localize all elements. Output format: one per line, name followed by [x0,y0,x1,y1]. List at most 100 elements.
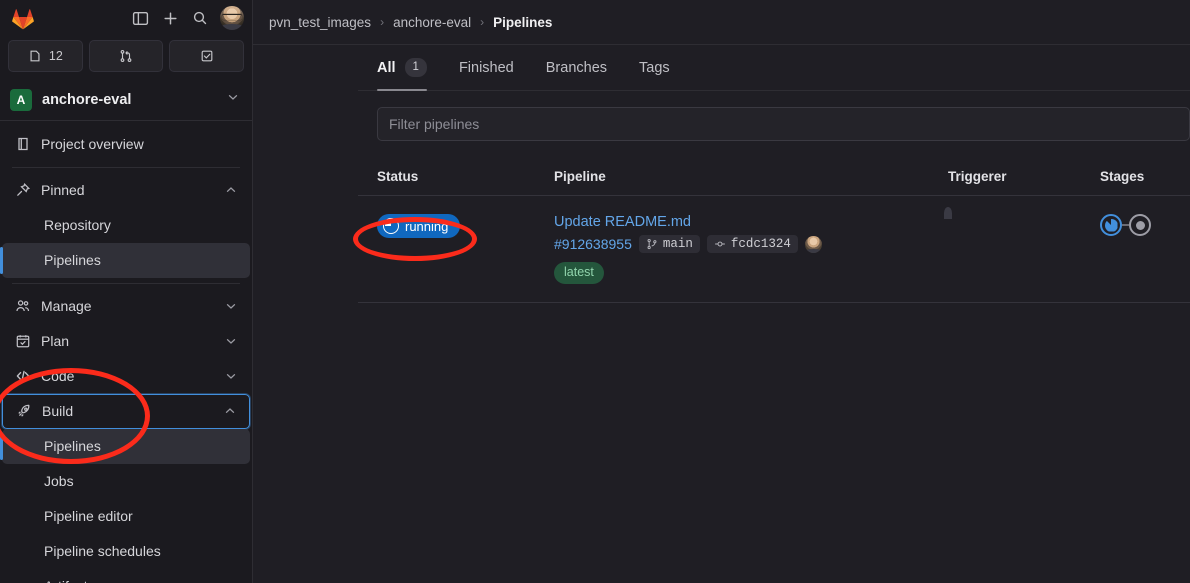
merge-requests-button[interactable] [89,40,164,72]
status-badge-label: running [405,220,448,233]
breadcrumb-separator-icon: › [480,15,484,29]
toggle-sidebar-icon[interactable] [125,4,155,32]
sidebar-section-code[interactable]: Code [2,359,250,394]
sidebar-item-label: Code [41,368,214,384]
tab-branches[interactable]: Branches [530,45,623,90]
tab-all[interactable]: All 1 [358,45,443,90]
commit-author-avatar[interactable] [805,236,822,253]
tab-all-count: 1 [405,58,427,76]
breadcrumb-separator-icon: › [380,15,384,29]
chevron-down-icon [226,90,240,109]
plus-icon[interactable] [155,4,185,32]
sidebar-item-label: Pipelines [44,252,238,268]
sidebar-section-pinned[interactable]: Pinned [2,173,250,208]
table-body: running Update README.md #912638955 [358,196,1190,303]
pipeline-id-link[interactable]: #912638955 [554,236,632,252]
project-switcher[interactable]: A anchore-eval [0,80,252,120]
user-avatar[interactable] [220,6,244,30]
sidebar-item-label: Repository [44,217,238,233]
stage-icon-created[interactable] [1129,214,1151,236]
pipelines-inner: All 1 Finished Branches Tags [253,45,1190,303]
table-header-row: Status Pipeline Triggerer Stages [358,157,1190,196]
gitlab-pipelines-page: 12 A anchore-eval [0,0,1190,583]
sidebar-item-label: Build [42,403,213,419]
chevron-up-icon [223,404,237,418]
sidebar-item-label: Pipeline schedules [44,543,238,559]
sidebar: 12 A anchore-eval [0,0,253,583]
cell-status: running [358,196,554,303]
latest-tag-badge: latest [554,262,604,284]
sidebar-quick-actions: 12 [0,36,252,80]
project-initial-badge: A [10,89,32,111]
column-header-pipeline: Pipeline [554,157,948,196]
sidebar-item-label: Pipelines [44,438,238,454]
tab-tags[interactable]: Tags [623,45,686,90]
sidebar-section-build[interactable]: Build [2,394,250,429]
sidebar-item-repository[interactable]: Repository [2,208,250,243]
project-name: anchore-eval [42,92,216,108]
cell-pipeline: Update README.md #912638955 main [554,196,948,303]
sidebar-item-label: Pinned [41,182,214,198]
sidebar-item-label: Manage [41,298,214,314]
sidebar-item-label: Jobs [44,473,238,489]
chevron-down-icon [224,334,238,348]
sidebar-divider-2 [12,283,240,284]
branch-name: main [663,237,693,251]
column-header-triggerer: Triggerer [948,157,1100,196]
tab-finished[interactable]: Finished [443,45,530,90]
filter-bar [358,91,1190,157]
sidebar-item-pipeline-editor[interactable]: Pipeline editor [2,499,250,534]
stage-connector [1122,224,1129,226]
code-brackets-icon [14,368,31,385]
issues-button[interactable]: 12 [8,40,83,72]
table-row[interactable]: running Update README.md #912638955 [358,196,1190,303]
pipelines-tabs: All 1 Finished Branches Tags [358,45,1190,91]
sidebar-item-pipeline-schedules[interactable]: Pipeline schedules [2,534,250,569]
commit-chip[interactable]: fcdc1324 [707,235,798,253]
sidebar-header [0,0,252,36]
manage-users-icon [14,298,31,315]
stage-icon-running[interactable] [1100,214,1122,236]
column-header-stages: Stages [1100,157,1190,196]
tab-label: Finished [459,60,514,76]
merge-request-icon [119,49,133,63]
table-head: Status Pipeline Triggerer Stages [358,157,1190,196]
branch-chip[interactable]: main [639,235,700,253]
column-header-status: Status [358,157,554,196]
tab-label: All [377,60,396,76]
pin-icon [14,182,31,199]
chevron-down-icon [224,369,238,383]
pipeline-title-link[interactable]: Update README.md [554,214,948,230]
pipelines-table: Status Pipeline Triggerer Stages running [358,157,1190,303]
tab-label: Tags [639,60,670,76]
sidebar-section-plan[interactable]: Plan [2,324,250,359]
sidebar-section-manage[interactable]: Manage [2,289,250,324]
sidebar-item-build-pipelines[interactable]: Pipelines [2,429,250,464]
commit-sha: fcdc1324 [731,237,791,251]
issues-count: 12 [49,49,63,63]
todos-button[interactable] [169,40,244,72]
breadcrumb-item-group[interactable]: pvn_test_images [269,15,371,30]
chevron-down-icon [224,299,238,313]
branch-icon [646,238,658,250]
rocket-icon [15,403,32,420]
pipeline-meta: #912638955 main [554,235,948,253]
gitlab-logo-icon[interactable] [10,5,36,31]
sidebar-item-artifacts[interactable]: Artifacts [2,569,250,583]
filter-pipelines-input[interactable] [377,107,1190,141]
sidebar-item-project-overview[interactable]: Project overview [2,127,250,162]
sidebar-item-pinned-pipelines[interactable]: Pipelines [2,243,250,278]
status-badge[interactable]: running [377,214,460,238]
sidebar-item-jobs[interactable]: Jobs [2,464,250,499]
sidebar-item-label: Pipeline editor [44,508,238,524]
sidebar-item-label: Project overview [41,136,238,152]
cell-stages [1100,196,1190,303]
running-clock-icon [383,218,399,234]
sidebar-item-label: Artifacts [44,578,238,583]
breadcrumb-item-project[interactable]: anchore-eval [393,15,471,30]
sidebar-nav: Project overview Pinned Repository [0,123,252,583]
calendar-icon [14,333,31,350]
search-icon[interactable] [185,4,215,32]
sidebar-item-label: Plan [41,333,214,349]
chevron-up-icon [224,183,238,197]
